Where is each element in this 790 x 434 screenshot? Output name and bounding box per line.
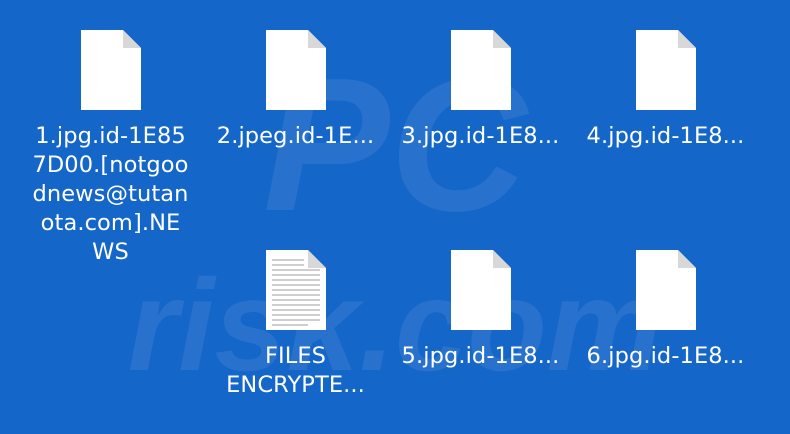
blank-document-icon bbox=[635, 250, 696, 330]
file-name: 2.jpeg.id-1E... bbox=[216, 123, 375, 149]
file-name: 3.jpg.id-1E8... bbox=[401, 123, 560, 149]
file-item[interactable]: 1.jpg.id-1E85 7D00.[notgoo dnews@tutan o… bbox=[18, 28, 203, 267]
file-item[interactable]: 4.jpg.id-1E8... bbox=[573, 28, 758, 151]
file-item[interactable]: 6.jpg.id-1E8... bbox=[573, 248, 758, 371]
blank-document-icon bbox=[635, 30, 696, 110]
blank-document-icon bbox=[450, 250, 511, 330]
blank-document-icon bbox=[80, 30, 141, 110]
file-item[interactable]: 3.jpg.id-1E8... bbox=[388, 28, 573, 151]
file-item[interactable]: 2.jpeg.id-1E... bbox=[203, 28, 388, 151]
file-name: FILES ENCRYPTE... bbox=[226, 343, 365, 398]
blank-document-icon bbox=[265, 30, 326, 110]
file-name: 5.jpg.id-1E8... bbox=[401, 343, 560, 369]
file-item[interactable]: FILES ENCRYPTE... bbox=[203, 248, 388, 400]
text-document-icon bbox=[265, 250, 326, 330]
desktop-background: PC risk.com 1.jpg.id-1E85 7D00.[notgoo d… bbox=[0, 0, 790, 434]
file-item[interactable]: 5.jpg.id-1E8... bbox=[388, 248, 573, 371]
file-name: 4.jpg.id-1E8... bbox=[586, 123, 745, 149]
blank-document-icon bbox=[450, 30, 511, 110]
file-name: 6.jpg.id-1E8... bbox=[586, 343, 745, 369]
file-name: 1.jpg.id-1E85 7D00.[notgoo dnews@tutan o… bbox=[32, 123, 189, 265]
